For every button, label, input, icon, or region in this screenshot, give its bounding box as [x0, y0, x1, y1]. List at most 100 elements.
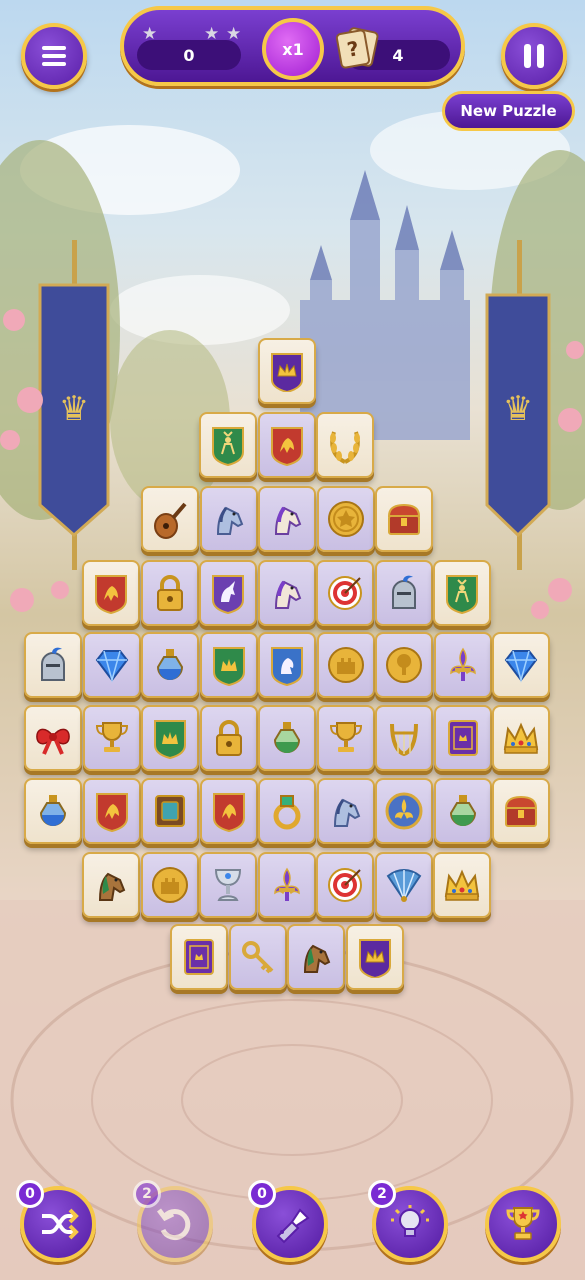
shuffle-count-badge: 0: [16, 1180, 44, 1208]
score-value: 0: [137, 40, 241, 70]
undo-icon: [157, 1208, 191, 1241]
mahjong-tile[interactable]: [258, 705, 316, 771]
mahjong-tile[interactable]: [316, 778, 375, 844]
mahjong-tile[interactable]: [433, 705, 492, 771]
potion-green-icon: [449, 795, 476, 826]
mahjong-tile[interactable]: [316, 632, 375, 698]
shield-stag-icon: [212, 427, 244, 466]
mahjong-tile[interactable]: [24, 778, 82, 844]
shield-griffin-icon: [95, 575, 127, 614]
mahjong-tile[interactable]: [375, 705, 433, 771]
coin-castle-icon: [327, 647, 364, 683]
bow-icon: [36, 728, 70, 755]
mahjong-tile[interactable]: [316, 705, 375, 771]
crown-gold-icon: [503, 722, 539, 754]
mahjong-tile[interactable]: [199, 852, 257, 918]
mahjong-tile[interactable]: [199, 412, 257, 478]
svg-text:♛: ♛: [59, 389, 89, 429]
mahjong-tile[interactable]: [492, 632, 550, 698]
mahjong-tile[interactable]: [199, 705, 258, 771]
hint-card-icon: ?: [335, 26, 380, 70]
mahjong-tile[interactable]: [258, 778, 316, 844]
mahjong-tile[interactable]: [24, 705, 82, 771]
mahjong-tile[interactable]: [140, 560, 199, 626]
undo-count-badge: 2: [133, 1180, 161, 1208]
crown-gold-icon: [444, 869, 480, 901]
potion-green-icon: [273, 722, 301, 753]
mahjong-tile[interactable]: [375, 778, 433, 844]
trophy-booster-button[interactable]: [485, 1186, 561, 1262]
mahjong-tile[interactable]: [141, 632, 199, 698]
mahjong-tile[interactable]: [141, 778, 199, 844]
mahjong-tile[interactable]: [374, 852, 433, 918]
mahjong-tile[interactable]: [316, 412, 374, 478]
knight-helmet-icon: [391, 575, 416, 609]
mahjong-tile[interactable]: [374, 560, 433, 626]
fan-icon: [386, 869, 421, 902]
pause-button[interactable]: [501, 23, 567, 89]
mahjong-tile[interactable]: [82, 778, 141, 844]
flashlight-icon: [276, 1208, 310, 1244]
mahjong-tile[interactable]: [375, 632, 433, 698]
mahjong-tile[interactable]: [82, 705, 141, 771]
crown-purple-icon: [271, 353, 303, 392]
crown-purple-icon: [358, 939, 391, 978]
coin-emblem-icon: [327, 501, 364, 537]
menu-icon: [42, 42, 66, 70]
laurel-icon: [330, 431, 360, 464]
mahjong-tile[interactable]: [82, 852, 140, 918]
horse-purple-icon: [274, 506, 302, 535]
treasure-chest-icon: [504, 795, 538, 827]
menu-button[interactable]: [21, 23, 87, 89]
mahjong-tile[interactable]: [316, 852, 374, 918]
mahjong-tile[interactable]: [433, 560, 491, 626]
mahjong-tile[interactable]: [228, 924, 287, 990]
shield-griffin-icon: [212, 793, 245, 832]
mahjong-tile[interactable]: [199, 632, 258, 698]
mahjong-tile[interactable]: [82, 560, 140, 626]
chalice-icon: [214, 869, 242, 901]
ring-icon: [273, 795, 301, 830]
mahjong-tile[interactable]: [258, 338, 316, 404]
mahjong-tile[interactable]: [257, 560, 316, 626]
mahjong-tile[interactable]: [141, 705, 199, 771]
mahjong-tile[interactable]: [141, 486, 199, 552]
mahjong-tile[interactable]: [287, 924, 345, 990]
padlock-icon: [156, 575, 183, 611]
mahjong-tile[interactable]: [258, 486, 316, 552]
shield-crown-green-icon: [212, 647, 245, 686]
shield-crown-green-icon: [154, 720, 186, 759]
mahjong-tile[interactable]: [24, 632, 82, 698]
trophy-icon: [506, 1207, 540, 1240]
mahjong-tile[interactable]: [492, 778, 550, 844]
lyre-icon: [390, 723, 418, 757]
new-puzzle-button[interactable]: New Puzzle: [442, 91, 575, 131]
mahjong-tile[interactable]: [170, 924, 228, 990]
mahjong-tile[interactable]: [257, 412, 316, 478]
knight-helmet-icon: [41, 647, 65, 681]
fleur-de-lis-icon: [449, 647, 476, 681]
mahjong-tile[interactable]: [199, 560, 257, 626]
mahjong-tile[interactable]: [345, 924, 404, 990]
mahjong-tile[interactable]: [492, 705, 550, 771]
mahjong-tile[interactable]: [199, 486, 258, 552]
mahjong-tile[interactable]: [433, 852, 491, 918]
mahjong-tile[interactable]: [433, 778, 492, 844]
mahjong-tile[interactable]: [316, 560, 374, 626]
mahjong-tile[interactable]: [316, 486, 375, 552]
mahjong-tile[interactable]: [199, 778, 258, 844]
svg-text:♛: ♛: [503, 389, 533, 429]
horse-blue-icon: [216, 506, 243, 535]
mahjong-tile[interactable]: [82, 632, 141, 698]
coin-castle-icon: [151, 867, 188, 903]
mahjong-tile[interactable]: [375, 486, 433, 552]
mahjong-tile[interactable]: [140, 852, 199, 918]
hint-count-badge: 2: [368, 1180, 396, 1208]
mahjong-tile[interactable]: [258, 632, 316, 698]
mahjong-tile[interactable]: [433, 632, 492, 698]
horse-green-icon: [98, 872, 126, 901]
book-purple-icon: [184, 939, 214, 975]
diamond-icon: [95, 650, 128, 683]
shield-stag-icon: [446, 575, 478, 614]
mahjong-tile[interactable]: [257, 852, 316, 918]
